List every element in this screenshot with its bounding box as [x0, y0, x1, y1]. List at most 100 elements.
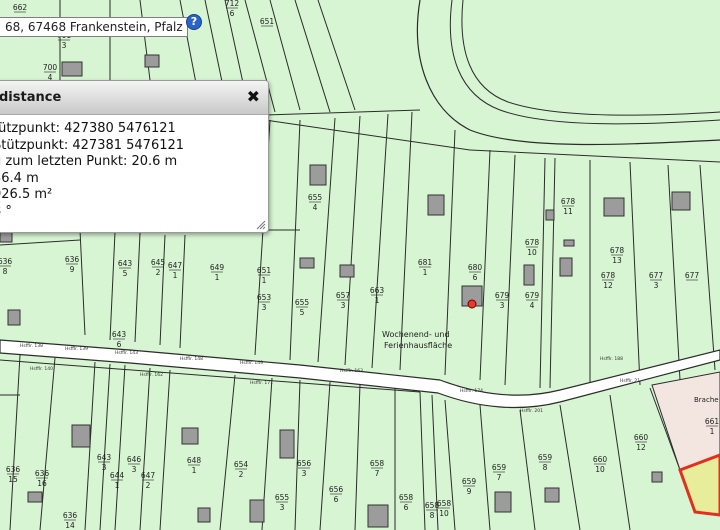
parcel-sub-number: 6 — [117, 340, 122, 349]
result-line-1: tützpunkt: 427380 5476121 — [0, 121, 176, 136]
measure-panel-title: distance — [0, 90, 62, 105]
parcel-number: 677 — [685, 271, 700, 280]
measure-point[interactable] — [467, 299, 477, 309]
parcel-number: 659 — [538, 453, 553, 462]
svg-text:Hsfflr. 149: Hsfflr. 149 — [240, 360, 263, 366]
parcel-number: 651 — [257, 266, 272, 275]
parcel-number: 678 — [601, 271, 616, 280]
resize-grip-icon[interactable] — [256, 220, 266, 230]
parcel-number: 647 — [141, 471, 156, 480]
address-field[interactable]: 68, 67468 Frankenstein, Pfalz — [0, 17, 188, 37]
parcel-number: 658 — [370, 459, 385, 468]
measure-panel: distance ✖ tützpunkt: 427380 5476121 Stü… — [0, 80, 269, 233]
result-line-3: g zum letzten Punkt: 20.6 m — [0, 154, 178, 169]
svg-text:Hsfflr. 174: Hsfflr. 174 — [460, 388, 483, 394]
parcel-number: 636 — [6, 465, 21, 474]
parcel-sub-number: 10 — [439, 509, 449, 518]
parcel-sub-number: 12 — [603, 281, 613, 290]
svg-text:Hsfflr. 139: Hsfflr. 139 — [65, 346, 88, 352]
parcel-sub-number: 13 — [612, 256, 622, 265]
parcel-sub-number: 14 — [65, 521, 75, 530]
parcel-number: 681 — [418, 258, 433, 267]
parcel-number: 700 — [43, 63, 58, 72]
parcel-number: 655 — [295, 298, 310, 307]
parcel-number: 657 — [336, 291, 351, 300]
parcel-number: 644 — [110, 471, 125, 480]
parcel-sub-number: 1 — [375, 296, 380, 305]
parcel-number: 655 — [275, 493, 290, 502]
parcel-sub-number: 9 — [70, 265, 75, 274]
parcel-number: 643 — [118, 259, 133, 268]
parcel-sub-number: 3 — [102, 463, 107, 472]
parcel-sub-number: 1 — [710, 427, 715, 436]
parcel-sub-number: 6 — [473, 273, 478, 282]
result-line-5: 026.5 m² — [0, 187, 53, 202]
parcel-number: 647 — [168, 261, 183, 270]
parcel-sub-number: 6 — [230, 9, 235, 18]
parcel-number: 678 — [561, 197, 576, 206]
parcel-sub-number: 1 — [173, 271, 178, 280]
parcel-sub-number: 1 — [115, 481, 120, 490]
svg-text:Hsfflr. 188: Hsfflr. 188 — [600, 356, 623, 362]
svg-text:Hsfflr. 162: Hsfflr. 162 — [140, 372, 163, 378]
parcel-sub-number: 3 — [302, 469, 307, 478]
parcel-number: 654 — [234, 460, 249, 469]
parcel-number: 659 — [462, 477, 477, 486]
parcel-sub-number: 8 — [3, 267, 8, 276]
measure-results: tützpunkt: 427380 5476121 Stützpunkt: 42… — [0, 115, 268, 220]
parcel-sub-number: 9 — [467, 487, 472, 496]
parcel-sub-number: 3 — [500, 301, 505, 310]
parcel-number: 680 — [468, 263, 483, 272]
parcel-number: 678 — [610, 246, 625, 255]
help-icon[interactable]: ? — [186, 14, 202, 30]
parcel-number: 712 — [225, 0, 240, 8]
parcel-number: 636 — [63, 511, 78, 520]
result-line-4: 36.4 m — [0, 170, 39, 186]
parcel-sub-number: 4 — [530, 301, 535, 310]
parcel-number: 636 — [65, 255, 80, 264]
parcel-sub-number: 3 — [654, 281, 659, 290]
area-label-2: Ferienhausfläche — [384, 341, 452, 350]
parcel-sub-number: 1 — [215, 273, 220, 282]
parcel-number: 636 — [35, 469, 50, 478]
parcel-sub-number: 7 — [375, 469, 380, 478]
parcel-number: 643 — [97, 453, 112, 462]
address-text: 68, 67468 Frankenstein, Pfalz — [5, 20, 183, 34]
parcel-number: 656 — [297, 459, 312, 468]
parcel-sub-number: 4 — [313, 203, 318, 212]
parcel-sub-number: 1 — [423, 268, 428, 277]
parcel-number: 658 — [437, 499, 452, 508]
parcel-sub-number: 15 — [8, 475, 18, 484]
parcel-number: 662 — [13, 3, 28, 12]
parcel-number: 661 — [705, 417, 720, 426]
parcel-sub-number: 3 — [262, 303, 267, 312]
parcel-number: 678 — [525, 238, 540, 247]
parcel-sub-number: 8 — [430, 511, 435, 520]
close-icon[interactable]: ✖ — [247, 87, 260, 106]
area-label-1: Wochenend- und — [382, 330, 450, 339]
parcel-number: 663 — [370, 286, 385, 295]
parcel-sub-number: 1 — [262, 276, 267, 285]
parcel-number: 660 — [593, 455, 608, 464]
parcel-number: 643 — [112, 330, 127, 339]
parcel-sub-number: 12 — [636, 443, 646, 452]
result-line-2: Stützpunkt: 427381 5476121 — [0, 137, 185, 153]
parcel-sub-number: 3 — [132, 465, 137, 474]
parcel-sub-number: 8 — [543, 463, 548, 472]
parcel-sub-number: 10 — [527, 248, 537, 257]
parcel-sub-number: 11 — [563, 207, 573, 216]
parcel-number: 677 — [649, 271, 664, 280]
parcel-sub-number: 2 — [146, 481, 151, 490]
svg-text:Hsfflr. 171: Hsfflr. 171 — [250, 380, 273, 386]
measure-panel-header[interactable]: distance ✖ — [0, 81, 268, 115]
parcel-sub-number: 10 — [595, 465, 605, 474]
result-line-6: 8 ° — [0, 203, 12, 219]
corner-label: Brache — [694, 396, 719, 404]
parcel-number: 655 — [308, 193, 323, 202]
parcel-sub-number: 5 — [123, 269, 128, 278]
parcel-sub-number: 1 — [192, 466, 197, 475]
svg-text:Hsfflr. 148: Hsfflr. 148 — [180, 356, 203, 362]
parcel-sub-number: 16 — [37, 479, 47, 488]
parcel-sub-number: 7 — [497, 473, 502, 482]
svg-text:Hsfflr. 163: Hsfflr. 163 — [340, 368, 363, 374]
